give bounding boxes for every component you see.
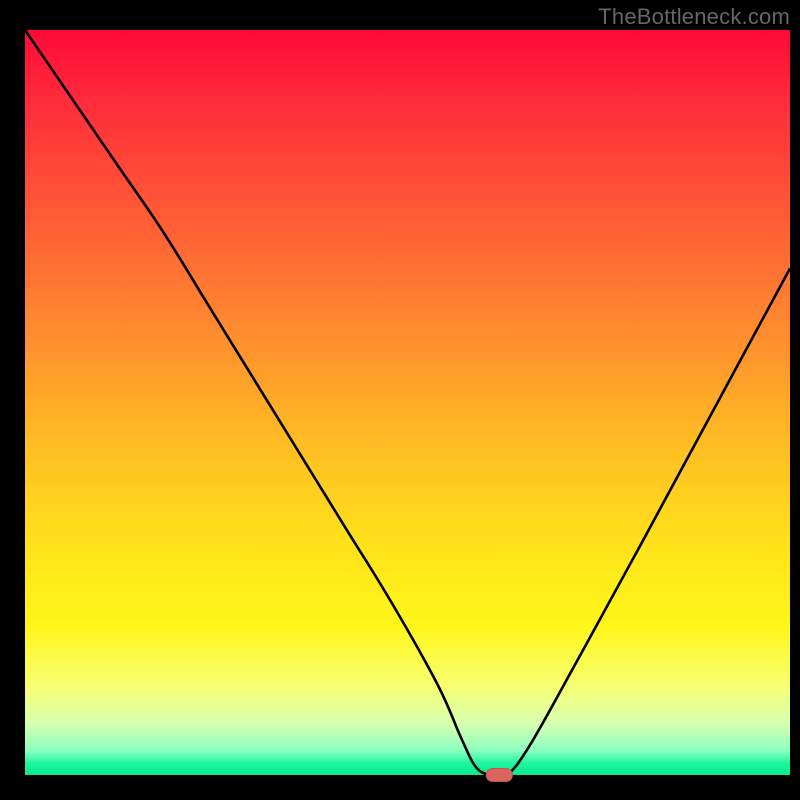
gradient-background (25, 30, 790, 775)
optimum-marker (486, 769, 512, 782)
chart-frame: TheBottleneck.com (0, 0, 800, 800)
watermark-text: TheBottleneck.com (598, 4, 790, 30)
bottleneck-chart (0, 0, 800, 800)
